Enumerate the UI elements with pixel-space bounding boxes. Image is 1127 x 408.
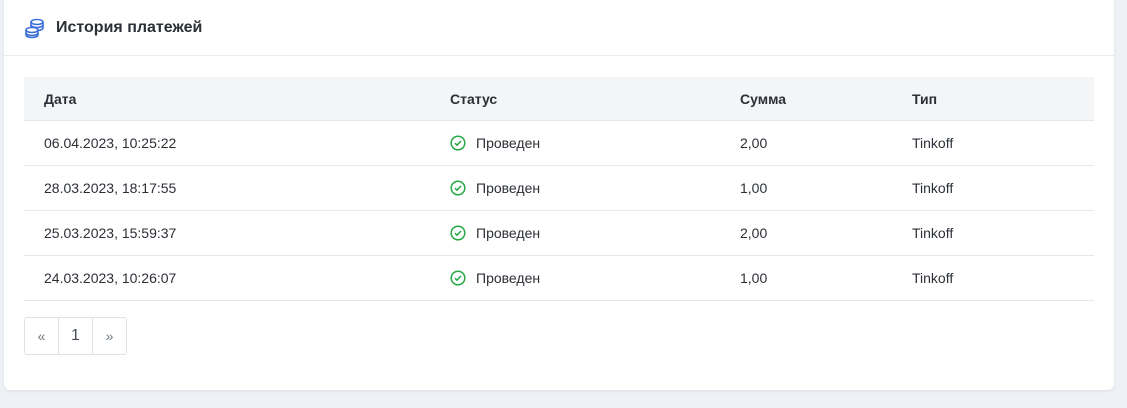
pagination-page-1[interactable]: 1 [59,318,93,354]
check-circle-icon [450,270,466,286]
column-header-sum[interactable]: Сумма [720,77,892,121]
cell-status: Проведен [430,210,720,256]
column-header-status[interactable]: Статус [430,77,720,121]
table-header-row: Дата Статус Сумма Тип [24,77,1094,121]
cell-status: Проведен [430,165,720,211]
status-text: Проведен [476,270,541,286]
cell-type: Tinkoff [892,210,1094,256]
page-title: История платежей [56,18,203,36]
payment-history-card: История платежей Дата Статус Сумма Тип 0… [4,0,1114,390]
table-row: 24.03.2023, 10:26:07 Проведен 1,00 Tinko… [24,255,1094,301]
cell-status: Проведен [430,255,720,301]
cell-type: Tinkoff [892,255,1094,301]
cell-type: Tinkoff [892,165,1094,211]
column-header-date[interactable]: Дата [24,77,430,121]
card-header: История платежей [4,0,1114,56]
pagination-prev-button[interactable]: « [25,318,59,354]
status-text: Проведен [476,135,541,151]
cell-date: 25.03.2023, 15:59:37 [24,210,430,256]
column-header-type[interactable]: Тип [892,77,1094,121]
cell-date: 28.03.2023, 18:17:55 [24,165,430,211]
payments-table-wrap: Дата Статус Сумма Тип 06.04.2023, 10:25:… [24,77,1094,301]
status-text: Проведен [476,180,541,196]
cell-date: 24.03.2023, 10:26:07 [24,255,430,301]
payments-table: Дата Статус Сумма Тип 06.04.2023, 10:25:… [24,77,1094,301]
cell-date: 06.04.2023, 10:25:22 [24,120,430,166]
cell-sum: 2,00 [720,210,892,256]
table-row: 25.03.2023, 15:59:37 Проведен 2,00 Tinko… [24,210,1094,256]
cell-sum: 1,00 [720,255,892,301]
pagination-next-button[interactable]: » [93,318,126,354]
cell-sum: 1,00 [720,165,892,211]
cell-status: Проведен [430,120,720,166]
table-row: 06.04.2023, 10:25:22 Проведен 2,00 Tinko… [24,120,1094,166]
pagination: « 1 » [24,317,127,355]
cell-type: Tinkoff [892,120,1094,166]
coins-icon [24,17,46,39]
status-text: Проведен [476,225,541,241]
table-row: 28.03.2023, 18:17:55 Проведен 1,00 Tinko… [24,165,1094,211]
check-circle-icon [450,225,466,241]
check-circle-icon [450,135,466,151]
check-circle-icon [450,180,466,196]
cell-sum: 2,00 [720,120,892,166]
